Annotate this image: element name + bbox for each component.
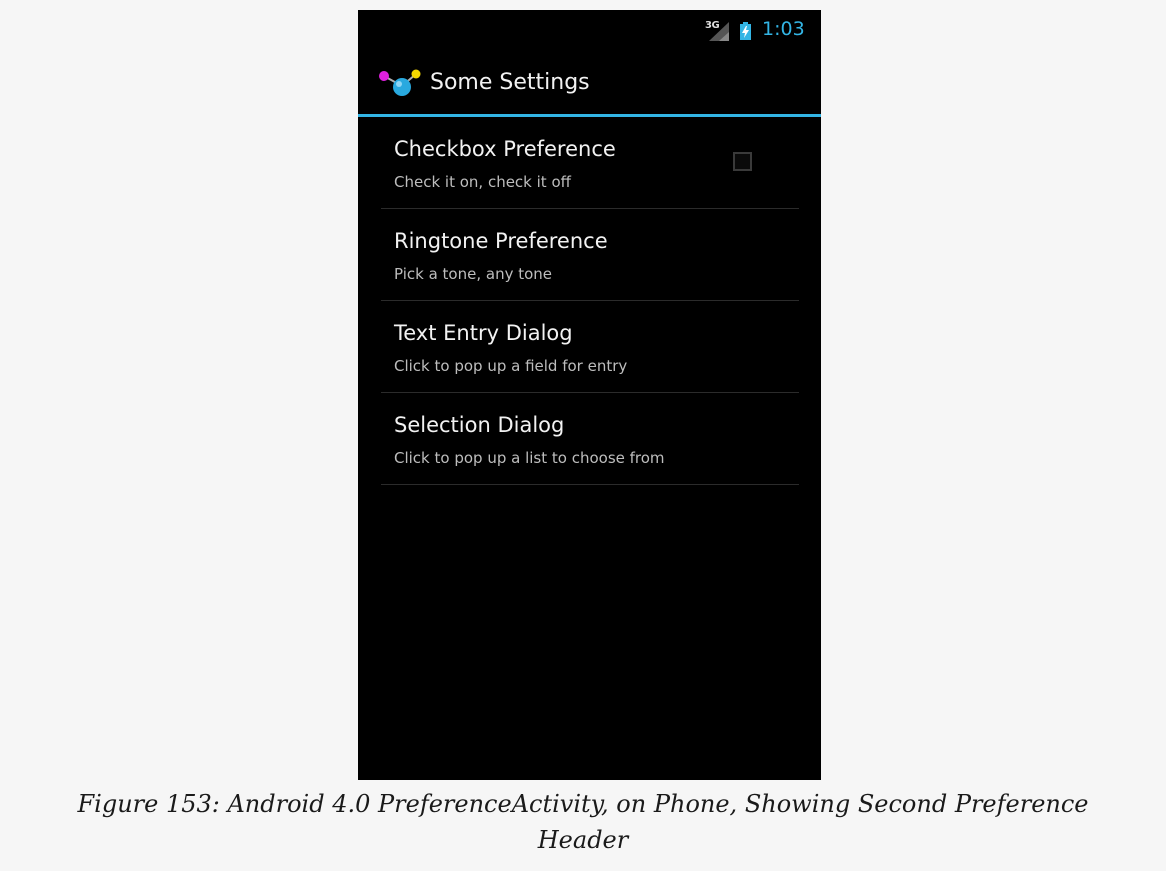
preference-title: Selection Dialog [394, 413, 565, 437]
preference-checkbox[interactable]: Checkbox Preference Check it on, check i… [381, 117, 799, 209]
status-bar: 3G 1:03 [358, 10, 821, 52]
phone-screen: 3G 1:03 Some Settings Checkbox Preferenc… [358, 10, 821, 780]
preference-summary: Click to pop up a field for entry [394, 357, 628, 375]
battery-charging-icon [740, 22, 751, 40]
figure-caption-line2: Header [537, 826, 629, 854]
figure-caption-line1: Figure 153: Android 4.0 PreferenceActivi… [77, 790, 1089, 818]
preference-summary: Pick a tone, any tone [394, 265, 553, 283]
figure-caption: Figure 153: Android 4.0 PreferenceActivi… [0, 786, 1166, 858]
app-icon[interactable] [378, 68, 424, 98]
preference-title: Text Entry Dialog [394, 321, 573, 345]
preference-list: Checkbox Preference Check it on, check i… [381, 117, 799, 485]
preference-ringtone[interactable]: Ringtone Preference Pick a tone, any ton… [381, 209, 799, 301]
preference-title: Checkbox Preference [394, 137, 616, 161]
preference-summary: Check it on, check it off [394, 173, 571, 191]
action-bar: Some Settings [358, 52, 821, 114]
preference-title: Ringtone Preference [394, 229, 608, 253]
preference-summary: Click to pop up a list to choose from [394, 449, 665, 467]
page-title: Some Settings [430, 70, 590, 95]
preference-checkbox-toggle[interactable] [733, 152, 752, 171]
preference-selection[interactable]: Selection Dialog Click to pop up a list … [381, 393, 799, 485]
preference-text-entry[interactable]: Text Entry Dialog Click to pop up a fiel… [381, 301, 799, 393]
signal-icon: 3G [705, 20, 731, 42]
status-clock: 1:03 [762, 18, 805, 40]
